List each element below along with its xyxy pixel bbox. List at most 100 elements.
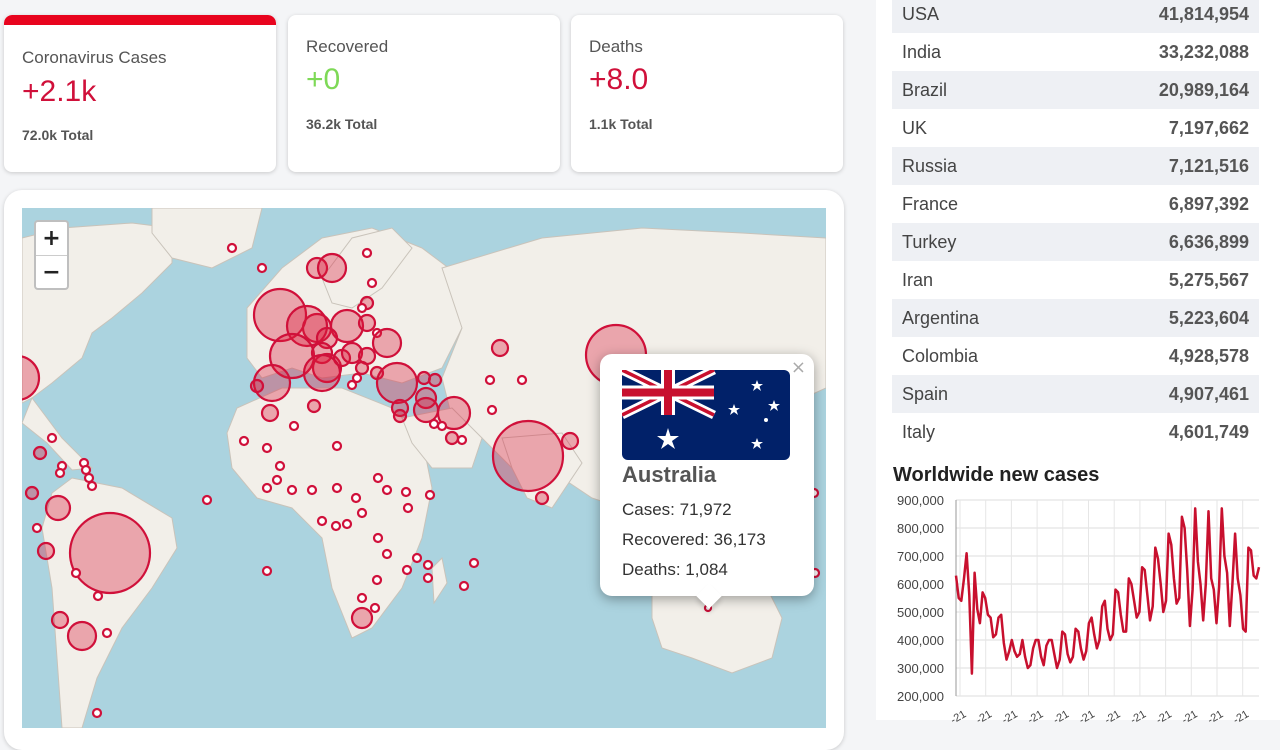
case-marker[interactable]	[54, 467, 66, 479]
case-marker[interactable]	[350, 606, 374, 630]
case-marker[interactable]	[422, 572, 434, 584]
case-marker[interactable]	[372, 532, 384, 544]
case-marker[interactable]	[369, 602, 381, 614]
case-marker[interactable]	[491, 419, 565, 493]
case-marker[interactable]	[36, 541, 56, 561]
case-marker[interactable]	[372, 472, 384, 484]
case-marker[interactable]	[392, 408, 408, 424]
case-marker[interactable]	[401, 564, 413, 576]
case-marker[interactable]	[331, 440, 343, 452]
country-row[interactable]: Argentina 5,223,604	[892, 299, 1259, 337]
case-marker[interactable]	[516, 374, 528, 386]
case-marker[interactable]	[24, 485, 40, 501]
case-marker[interactable]	[46, 432, 58, 444]
case-marker[interactable]	[486, 404, 498, 416]
world-map[interactable]: + − × Australia Cases: 71,972 Recovered:…	[22, 208, 826, 728]
case-marker[interactable]	[32, 445, 48, 461]
case-marker[interactable]	[70, 567, 82, 579]
case-marker[interactable]	[560, 431, 580, 451]
case-marker[interactable]	[201, 494, 213, 506]
case-marker[interactable]	[91, 707, 103, 719]
case-marker[interactable]	[350, 492, 362, 504]
case-marker[interactable]	[375, 361, 419, 405]
case-marker[interactable]	[271, 474, 283, 486]
case-marker[interactable]	[371, 327, 403, 359]
case-marker[interactable]	[357, 313, 377, 333]
case-marker[interactable]	[468, 557, 480, 569]
country-row[interactable]: Turkey 6,636,899	[892, 223, 1259, 261]
country-name: Turkey	[902, 232, 957, 252]
case-marker[interactable]	[458, 580, 470, 592]
country-name: Italy	[902, 422, 936, 442]
case-marker[interactable]	[256, 262, 268, 274]
case-marker[interactable]	[424, 489, 436, 501]
case-marker[interactable]	[286, 484, 298, 496]
case-marker[interactable]	[366, 277, 378, 289]
country-row[interactable]: USA 41,814,954	[892, 0, 1259, 33]
country-row[interactable]: Spain 4,907,461	[892, 375, 1259, 413]
case-marker[interactable]	[534, 490, 550, 506]
country-row[interactable]: Russia 7,121,516	[892, 147, 1259, 185]
case-marker[interactable]	[428, 418, 440, 430]
close-icon[interactable]: ×	[791, 357, 806, 378]
case-marker[interactable]	[260, 403, 280, 423]
case-marker[interactable]	[400, 486, 412, 498]
case-marker[interactable]	[456, 434, 468, 446]
case-marker[interactable]	[341, 518, 353, 530]
case-marker[interactable]	[402, 502, 414, 514]
case-marker[interactable]	[484, 374, 496, 386]
country-row[interactable]: UK 7,197,662	[892, 109, 1259, 147]
case-marker[interactable]	[261, 565, 273, 577]
country-row[interactable]: Italy 4,601,749	[892, 413, 1259, 451]
zoom-in-button[interactable]: +	[36, 222, 67, 255]
case-marker[interactable]	[371, 574, 383, 586]
case-marker[interactable]	[302, 353, 342, 393]
country-row[interactable]: Colombia 4,928,578	[892, 337, 1259, 375]
case-marker[interactable]	[411, 552, 423, 564]
case-marker[interactable]	[356, 507, 368, 519]
country-row[interactable]: India 33,232,088	[892, 33, 1259, 71]
case-marker[interactable]	[427, 372, 443, 388]
case-marker[interactable]	[381, 548, 393, 560]
case-marker[interactable]	[50, 610, 70, 630]
case-marker[interactable]	[80, 464, 92, 476]
case-marker[interactable]	[356, 592, 368, 604]
case-marker[interactable]	[436, 420, 448, 432]
case-marker[interactable]	[306, 398, 322, 414]
recovered-card: Recovered +0 36.2k Total	[288, 15, 560, 172]
country-row[interactable]: Brazil 20,989,164	[892, 71, 1259, 109]
zoom-out-button[interactable]: −	[36, 255, 67, 288]
case-marker[interactable]	[316, 252, 348, 284]
country-row[interactable]: Iran 5,275,567	[892, 261, 1259, 299]
country-row[interactable]: France 6,897,392	[892, 185, 1259, 223]
country-cases: 4,928,578	[1168, 346, 1249, 366]
case-marker[interactable]	[330, 520, 342, 532]
case-marker[interactable]	[316, 515, 328, 527]
case-marker[interactable]	[261, 442, 273, 454]
case-marker[interactable]	[351, 372, 363, 384]
case-marker[interactable]	[306, 484, 318, 496]
case-marker[interactable]	[83, 472, 95, 484]
case-marker[interactable]	[274, 460, 286, 472]
case-marker[interactable]	[68, 511, 152, 595]
case-marker[interactable]	[44, 494, 72, 522]
case-marker[interactable]	[361, 247, 373, 259]
case-marker[interactable]	[356, 302, 368, 314]
case-marker[interactable]	[412, 396, 440, 424]
case-marker[interactable]	[238, 435, 250, 447]
case-marker[interactable]	[101, 627, 113, 639]
case-marker[interactable]	[261, 482, 273, 494]
case-marker[interactable]	[444, 430, 460, 446]
case-marker[interactable]	[381, 484, 393, 496]
case-marker[interactable]	[422, 559, 434, 571]
case-marker[interactable]	[86, 480, 98, 492]
case-marker[interactable]	[331, 482, 343, 494]
case-marker[interactable]	[31, 522, 43, 534]
case-marker[interactable]	[490, 338, 510, 358]
case-marker[interactable]	[92, 590, 104, 602]
case-marker[interactable]	[226, 242, 238, 254]
case-marker[interactable]	[288, 420, 300, 432]
case-marker[interactable]	[354, 360, 370, 376]
case-marker[interactable]	[249, 378, 265, 394]
case-marker[interactable]	[66, 620, 98, 652]
